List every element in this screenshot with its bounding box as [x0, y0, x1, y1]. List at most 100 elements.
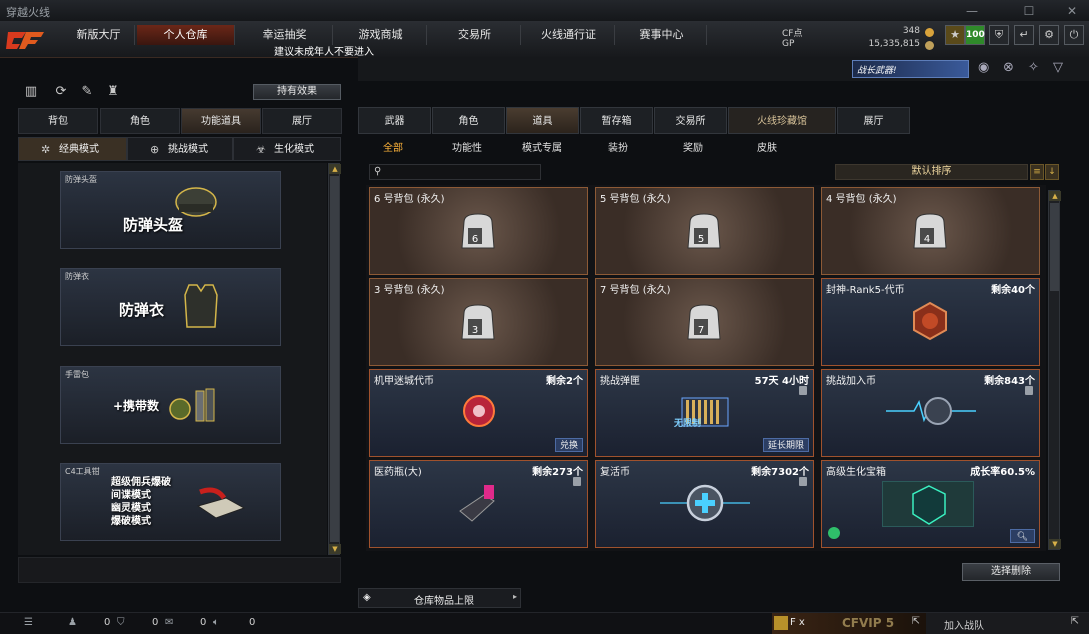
tab-backpack[interactable]: 背包: [18, 108, 98, 134]
item-card[interactable]: 3 号背包 (永久) 3: [369, 278, 588, 366]
subtab-outfit[interactable]: 装扮: [608, 139, 628, 154]
item-card[interactable]: 4 号背包 (永久) 4: [821, 187, 1040, 275]
item-card[interactable]: 封神-Rank5-代币 剩余40个: [821, 278, 1040, 366]
maximize-icon[interactable]: ☐: [1012, 0, 1046, 22]
tab-events[interactable]: 赛事中心: [617, 25, 707, 45]
select-delete-button[interactable]: 选择删除: [962, 563, 1060, 581]
mode-classic[interactable]: ✲ 经典模式: [18, 137, 127, 161]
grenade-pack-card[interactable]: 手雷包 +携带数: [60, 366, 281, 444]
mode-zombie[interactable]: ☣ 生化模式: [233, 137, 341, 161]
redeem-button[interactable]: 兑换: [554, 438, 583, 452]
exit-icon[interactable]: ⏻: [1064, 25, 1084, 45]
c4-tool-card[interactable]: C4工具钳 超级佣兵爆破 间谍模式 幽灵模式 爆破模式: [60, 463, 281, 541]
tab-lottery[interactable]: 幸运抽奖: [237, 25, 333, 45]
item-card[interactable]: 挑战弹匣 57天 4小时 无限制 延长期限: [595, 369, 814, 457]
tab-warehouse[interactable]: 个人仓库: [137, 25, 235, 45]
item-card[interactable]: 7 号背包 (永久) 7: [595, 278, 814, 366]
bag-icon[interactable]: ♜: [104, 84, 122, 102]
tab-character[interactable]: 角色: [100, 108, 180, 134]
subtab-mode-specific[interactable]: 模式专属: [522, 139, 562, 154]
scroll-up-icon[interactable]: ▲: [1049, 191, 1061, 201]
mode-challenge[interactable]: ⊕ 挑战模式: [127, 137, 233, 161]
tab-characters[interactable]: 角色: [432, 107, 505, 134]
expand-icon[interactable]: ⇱: [1071, 616, 1079, 627]
item-card[interactable]: 复活币 剩余7302个: [595, 460, 814, 548]
right-scroll-thumb[interactable]: [1050, 203, 1059, 291]
v-icon[interactable]: ▽: [1053, 60, 1063, 75]
effect-button[interactable]: 持有效果: [253, 84, 341, 100]
item-remaining: 成长率60.5%: [970, 467, 1035, 478]
expand-icon[interactable]: ⇱: [912, 616, 920, 627]
subtab-skins[interactable]: 皮肤: [757, 139, 777, 154]
item-card[interactable]: 5 号背包 (永久) 5: [595, 187, 814, 275]
star-icon[interactable]: ✧: [1028, 60, 1039, 75]
tab-shop[interactable]: 游戏商城: [335, 25, 427, 45]
item-card[interactable]: 高级生化宝箱 成长率60.5% 🔍︎: [821, 460, 1040, 548]
subtab-functional[interactable]: 功能性: [452, 139, 482, 154]
vip-panel[interactable]: F x CFVIP 5 ⇱: [772, 613, 926, 634]
left-scrollbar[interactable]: ▲ ▼: [328, 163, 341, 555]
left-scroll-thumb[interactable]: [330, 176, 339, 542]
tab-weapons[interactable]: 武器: [358, 107, 431, 134]
cf-logo-icon[interactable]: [4, 26, 60, 54]
target-icon[interactable]: ⊗: [1003, 60, 1014, 75]
gp-coin-icon: [925, 41, 934, 50]
subtab-all[interactable]: 全部: [383, 139, 403, 154]
card-name: 防弹衣: [119, 301, 165, 319]
tab-collection[interactable]: 火线珍藏馆: [728, 107, 836, 134]
scroll-up-icon[interactable]: ▲: [329, 164, 341, 174]
gear-icon[interactable]: ⚙: [1039, 25, 1059, 45]
ranking-icon[interactable]: ▥: [22, 84, 40, 102]
volume-icon[interactable]: 🔈︎: [213, 617, 219, 628]
refresh-icon[interactable]: ⟳: [52, 84, 70, 102]
sort-order-icon[interactable]: ↓: [1045, 164, 1059, 180]
clan-icon[interactable]: ⛉: [117, 617, 125, 628]
sort-dropdown[interactable]: 默认排序: [835, 164, 1028, 180]
helmet-card[interactable]: 防弹头盔 防弹头盔: [60, 171, 281, 249]
right-scrollbar[interactable]: ▲ ▼: [1048, 190, 1061, 550]
tab-lobby[interactable]: 新版大厅: [63, 25, 135, 45]
close-icon[interactable]: ✕: [1055, 0, 1089, 22]
minimize-icon[interactable]: —: [955, 0, 989, 22]
return-icon[interactable]: ↵: [1014, 25, 1034, 45]
tools-icon[interactable]: ✎: [78, 84, 96, 102]
item-name: 高级生化宝箱: [826, 467, 886, 478]
badge-icon[interactable]: ◉: [978, 60, 989, 75]
tab-showroom[interactable]: 展厅: [262, 108, 342, 134]
tab-storage-box[interactable]: 暂存箱: [580, 107, 653, 134]
menu-icon[interactable]: ☰: [24, 617, 33, 628]
tab-battlepass[interactable]: 火线通行证: [523, 25, 615, 45]
lock-icon: [799, 477, 807, 486]
c4-mode-line: 超级佣兵爆破: [111, 477, 171, 488]
classic-mode-icon: ✲: [41, 143, 51, 156]
volume-count: 0: [249, 617, 256, 628]
rank-icon[interactable]: ★: [945, 25, 965, 45]
list-view-icon[interactable]: ≡: [1030, 164, 1044, 180]
shield-icon[interactable]: ⛨: [989, 25, 1009, 45]
tab-exhibit[interactable]: 展厅: [837, 107, 910, 134]
chat-icon[interactable]: ✉: [165, 617, 173, 628]
item-card[interactable]: 医药瓶(大) 剩余273个: [369, 460, 588, 548]
gp-label: GP: [782, 39, 795, 49]
armor-card[interactable]: 防弹衣 防弹衣: [60, 268, 281, 346]
search-input[interactable]: ⚲: [369, 164, 541, 180]
inspect-button[interactable]: 🔍︎: [1009, 529, 1035, 543]
tab-exchange[interactable]: 交易所: [429, 25, 521, 45]
item-card[interactable]: 机甲迷城代币 剩余2个 兑换: [369, 369, 588, 457]
join-team-panel[interactable]: 加入战队 ⇱: [926, 613, 1089, 634]
weapon-banner[interactable]: 战长武器!: [852, 60, 969, 78]
item-card[interactable]: 6 号背包 (永久) 6: [369, 187, 588, 275]
subtab-rewards[interactable]: 奖励: [683, 139, 703, 154]
item-card[interactable]: 挑战加入币 剩余843个: [821, 369, 1040, 457]
item-name: 复活币: [600, 467, 630, 478]
bag-number: 4: [924, 234, 930, 245]
chevron-right-icon: ▸: [512, 592, 517, 601]
scroll-down-icon[interactable]: ▼: [329, 544, 341, 554]
warehouse-limit-button[interactable]: ◈ 仓库物品上限 ▸: [358, 588, 521, 608]
extend-button[interactable]: 延长期限: [762, 438, 809, 452]
tab-items[interactable]: 道具: [506, 107, 579, 134]
tab-function-items[interactable]: 功能道具: [181, 108, 261, 134]
tab-trade[interactable]: 交易所: [654, 107, 727, 134]
scroll-down-icon[interactable]: ▼: [1049, 539, 1061, 549]
friends-icon[interactable]: ♟: [68, 617, 77, 628]
